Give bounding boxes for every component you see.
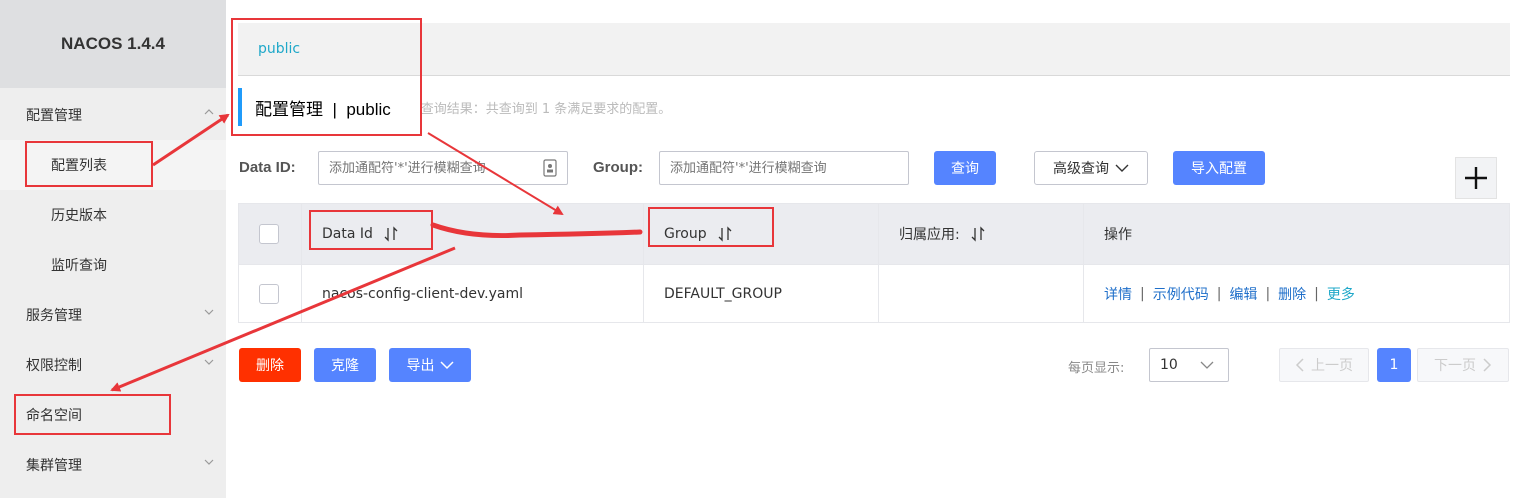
export-label: 导出 (406, 358, 435, 374)
next-page-button[interactable]: 下一页 (1417, 348, 1509, 382)
app-title: NACOS 1.4.4 (0, 0, 226, 88)
cell-data-id: nacos-config-client-dev.yaml (302, 265, 644, 322)
sidebar-item-cluster-management[interactable]: 集群管理 (0, 440, 226, 490)
chevron-down-icon (204, 359, 214, 365)
add-config-button[interactable] (1455, 157, 1497, 199)
sidebar-item-history[interactable]: 历史版本 (0, 190, 226, 240)
export-button[interactable]: 导出 (389, 348, 471, 382)
chevron-right-icon (1483, 358, 1492, 372)
sidebar-item-config-management[interactable]: 配置管理 (0, 90, 226, 140)
group-label: Group: (593, 159, 643, 176)
row-select-cell (239, 265, 302, 322)
next-page-label: 下一页 (1434, 358, 1476, 374)
sidebar-item-label: 服务管理 (26, 308, 82, 324)
table-row: nacos-config-client-dev.yaml DEFAULT_GRO… (239, 264, 1509, 322)
page-size-select[interactable]: 10 (1149, 348, 1229, 382)
select-all-checkbox[interactable] (259, 224, 279, 244)
chevron-up-icon (204, 109, 214, 115)
plus-icon (1465, 167, 1487, 189)
sort-icon[interactable] (970, 226, 986, 242)
op-details-link[interactable]: 详情 (1104, 284, 1132, 304)
header-select-cell (239, 204, 302, 264)
annotation-box-data-id (309, 210, 433, 250)
chevron-down-icon (439, 361, 454, 370)
data-id-label: Data ID: (239, 159, 296, 176)
page-size-label: 每页显示: (1068, 361, 1125, 376)
op-separator: | (1140, 285, 1145, 302)
sidebar-item-label: 集群管理 (26, 458, 82, 474)
column-header-label: 操作 (1104, 227, 1132, 243)
prev-page-button[interactable]: 上一页 (1279, 348, 1369, 382)
advanced-query-button[interactable]: 高级查询 (1034, 151, 1148, 185)
column-header-operations: 操作 (1084, 204, 1509, 264)
op-separator: | (1216, 285, 1222, 302)
annotation-box-namespace (14, 394, 171, 435)
cell-group: DEFAULT_GROUP (644, 265, 879, 322)
annotation-box-group (648, 207, 774, 247)
contact-card-icon (543, 159, 557, 177)
sidebar-item-service-management[interactable]: 服务管理 (0, 290, 226, 340)
sidebar-item-label: 监听查询 (51, 258, 107, 274)
search-button[interactable]: 查询 (934, 151, 996, 185)
page-size-value: 10 (1160, 357, 1178, 373)
advanced-query-label: 高级查询 (1053, 161, 1109, 177)
delete-button[interactable]: 删除 (239, 348, 301, 382)
annotation-box-config-list (25, 141, 153, 187)
sidebar-item-access-control[interactable]: 权限控制 (0, 340, 226, 390)
column-header-app[interactable]: 归属应用: (879, 204, 1084, 264)
cell-operations: 详情 | 示例代码 | 编辑 | 删除 | 更多 (1084, 265, 1509, 322)
op-delete-link[interactable]: 删除 (1278, 284, 1306, 304)
cell-app (879, 265, 1084, 322)
sidebar-item-listener-query[interactable]: 监听查询 (0, 240, 226, 290)
group-input[interactable] (659, 151, 909, 185)
op-sample-code-link[interactable]: 示例代码 (1153, 284, 1209, 304)
clone-button[interactable]: 克隆 (314, 348, 376, 382)
chevron-left-icon (1295, 358, 1304, 372)
chevron-down-icon (204, 459, 214, 465)
annotation-box-header (231, 18, 422, 136)
op-edit-link[interactable]: 编辑 (1229, 284, 1257, 304)
page-number-current[interactable]: 1 (1377, 348, 1411, 382)
prev-page-label: 上一页 (1311, 358, 1353, 374)
op-more-link[interactable]: 更多 (1327, 284, 1355, 304)
sidebar-item-label: 配置管理 (26, 108, 82, 124)
op-separator: | (1314, 285, 1319, 302)
chevron-down-icon (1200, 361, 1214, 369)
chevron-down-icon (204, 309, 214, 315)
namespace-bar: public (238, 23, 1510, 76)
import-config-button[interactable]: 导入配置 (1173, 151, 1265, 185)
sidebar-item-label: 历史版本 (51, 208, 107, 224)
query-result-text: 查询结果：共查询到 1 条满足要求的配置。 (420, 101, 672, 117)
chevron-down-icon (1115, 164, 1129, 172)
row-checkbox[interactable] (259, 283, 279, 304)
column-header-label: 归属应用: (899, 227, 960, 243)
op-separator: | (1265, 285, 1271, 302)
data-id-input[interactable] (318, 151, 568, 185)
sidebar-item-label: 权限控制 (26, 358, 82, 374)
